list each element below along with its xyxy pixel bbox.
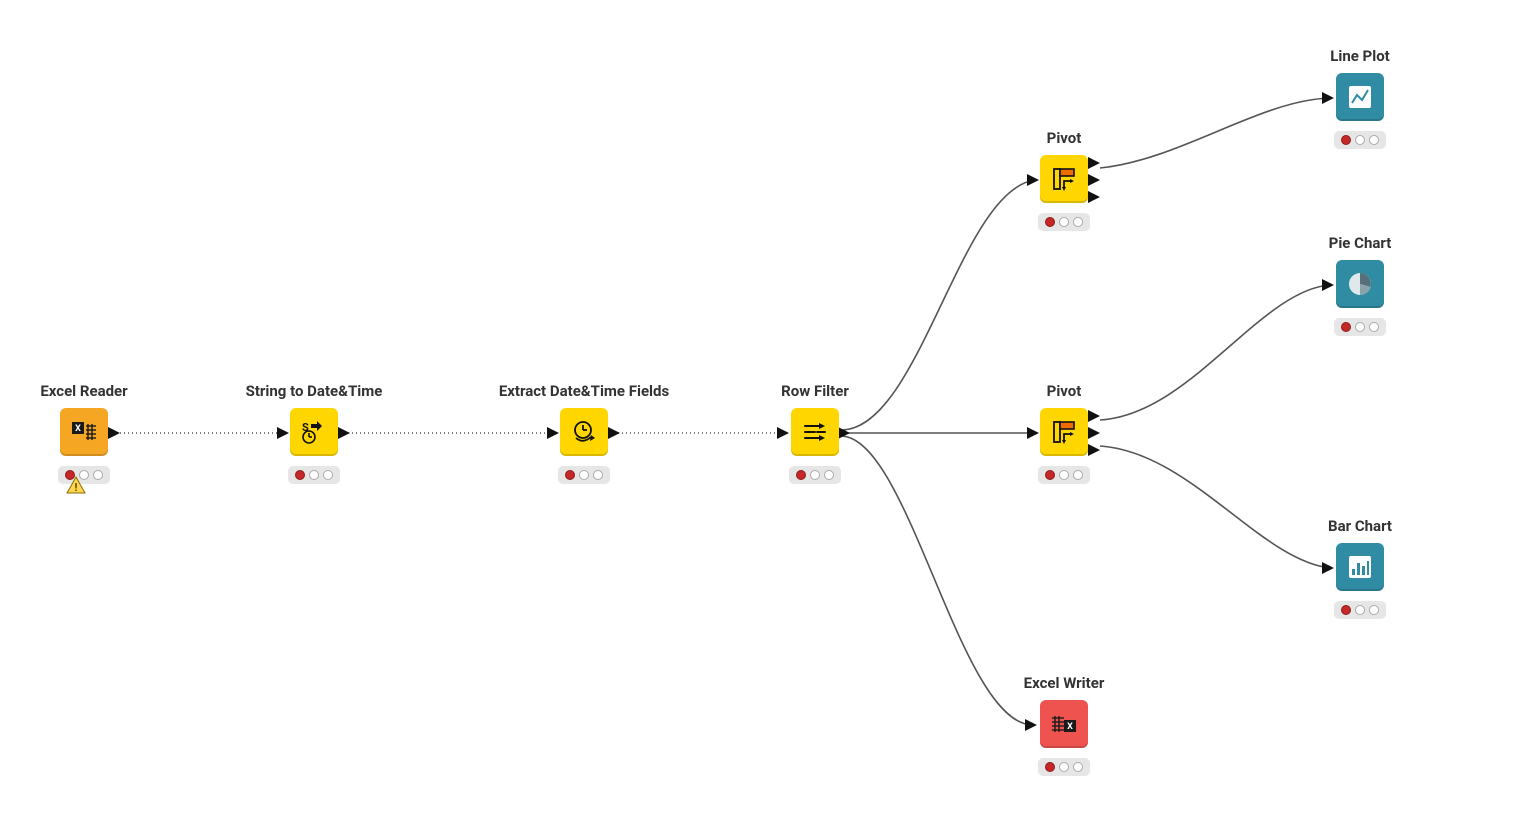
node-pivot-2[interactable]: Pivot	[994, 382, 1134, 484]
node-label: Row Filter	[781, 382, 849, 400]
node-status	[1038, 213, 1090, 231]
excel-write-icon: X	[1040, 700, 1088, 748]
node-status	[1038, 466, 1090, 484]
s-to-clock-icon: S	[290, 408, 338, 456]
node-status	[1334, 601, 1386, 619]
node-excel-reader[interactable]: Excel Reader X !	[14, 382, 154, 484]
node-extract-datetime-fields[interactable]: Extract Date&Time Fields	[494, 382, 674, 484]
excel-read-icon: X	[60, 408, 108, 456]
node-status	[789, 466, 841, 484]
node-label: Pivot	[1047, 382, 1082, 400]
node-pivot-1[interactable]: Pivot	[994, 129, 1134, 231]
node-label: Bar Chart	[1328, 517, 1392, 535]
node-label: Excel Reader	[40, 382, 127, 400]
node-excel-writer[interactable]: Excel Writer X	[994, 674, 1134, 776]
pie-chart-icon	[1336, 260, 1384, 308]
node-string-to-datetime[interactable]: String to Date&Time S	[244, 382, 384, 484]
node-label: Extract Date&Time Fields	[499, 382, 669, 400]
node-line-plot[interactable]: Line Plot	[1290, 47, 1430, 149]
node-label: Line Plot	[1330, 47, 1390, 65]
node-status	[1334, 131, 1386, 149]
node-label: Pivot	[1047, 129, 1082, 147]
pivot-icon	[1040, 408, 1088, 456]
workflow-canvas[interactable]: Excel Reader X ! Stri	[0, 0, 1536, 833]
node-pie-chart[interactable]: Pie Chart	[1290, 234, 1430, 336]
node-status	[558, 466, 610, 484]
row-filter-icon	[791, 408, 839, 456]
svg-text:!: !	[75, 481, 78, 494]
bar-chart-icon	[1336, 543, 1384, 591]
pivot-icon	[1040, 155, 1088, 203]
node-label: Excel Writer	[1024, 674, 1105, 692]
warning-icon: !	[66, 476, 86, 494]
svg-text:X: X	[75, 424, 81, 434]
node-label: Pie Chart	[1329, 234, 1392, 252]
node-bar-chart[interactable]: Bar Chart	[1290, 517, 1430, 619]
node-status	[1334, 318, 1386, 336]
node-status	[288, 466, 340, 484]
clock-arrow-icon	[560, 408, 608, 456]
node-label: String to Date&Time	[246, 382, 383, 400]
svg-text:X: X	[1067, 722, 1073, 732]
node-row-filter[interactable]: Row Filter	[745, 382, 885, 484]
line-plot-icon	[1336, 73, 1384, 121]
node-status	[1038, 758, 1090, 776]
